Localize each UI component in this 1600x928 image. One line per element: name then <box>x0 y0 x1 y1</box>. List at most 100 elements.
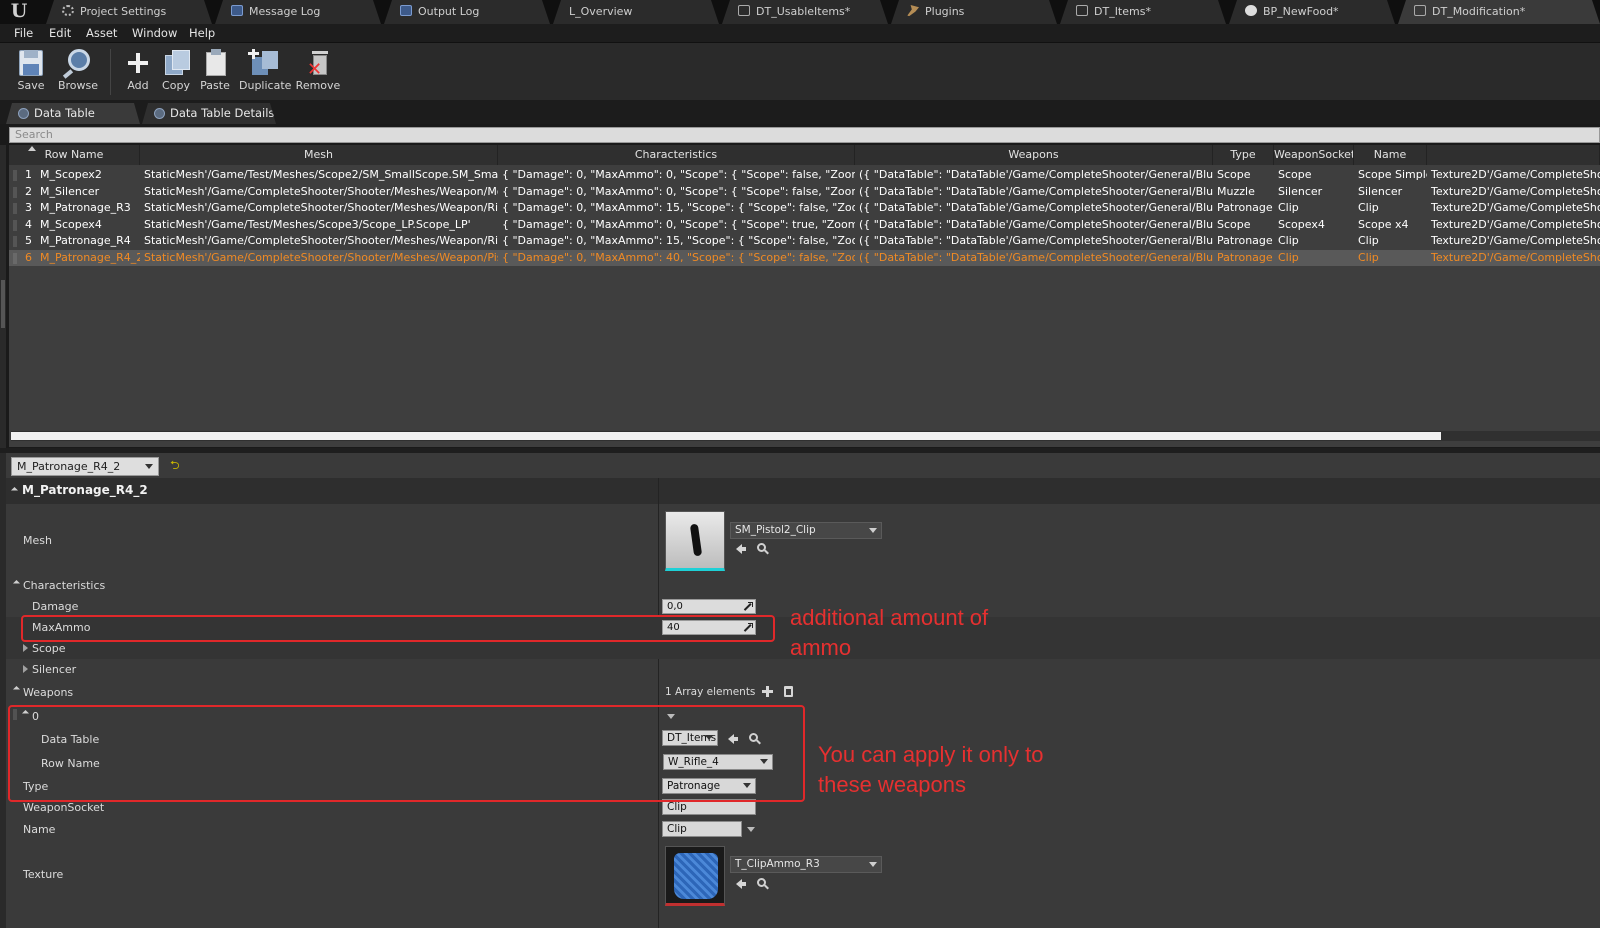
annotation-ammo-line2: ammo <box>790 635 852 660</box>
tab-project-settings[interactable]: Project Settings <box>46 0 212 24</box>
unreal-logo-icon: U <box>10 0 28 22</box>
column-header[interactable] <box>1427 145 1600 165</box>
table-row[interactable]: 1 M_Scopex2 StaticMesh'/Game/Test/Meshes/S… <box>9 167 1600 184</box>
tab-dt-usable-items[interactable]: DT_UsableItems* <box>722 0 888 24</box>
texture-asset-picker[interactable]: T_ClipAmmo_R3 <box>730 856 882 873</box>
drag-grip-icon[interactable] <box>13 219 17 231</box>
column-header[interactable]: Characteristics <box>498 145 855 165</box>
tab-label: Project Settings <box>80 5 167 18</box>
column-header[interactable]: Name <box>1354 145 1427 165</box>
table-cell: Scope <box>1217 168 1251 181</box>
name-property-row: Name Clip <box>6 818 1600 840</box>
browse-search-icon[interactable] <box>757 543 766 552</box>
drag-handle[interactable] <box>1 280 5 328</box>
row-number: 5 <box>25 234 32 247</box>
use-selected-arrow-icon[interactable] <box>736 879 746 889</box>
table-cell: Texture2D'/Game/CompleteShooter <box>1431 168 1600 181</box>
table-cell: ({ "DataTable": "DataTable'/Game/Complet… <box>859 184 1213 198</box>
menu-asset[interactable]: Asset <box>86 24 117 42</box>
drag-grip-icon[interactable] <box>13 203 17 214</box>
tab-label: L_Overview <box>569 5 633 18</box>
table-row[interactable]: 5 M_Patronage_R4 StaticMesh'/Game/Complete… <box>9 233 1600 250</box>
add-element-icon[interactable] <box>762 686 773 697</box>
scrollbar-thumb[interactable] <box>11 432 1442 440</box>
collapsed-arrow-icon[interactable] <box>23 665 28 673</box>
scope-label: Scope <box>32 642 66 655</box>
drag-grip-icon[interactable] <box>13 186 17 198</box>
table-cell: Texture2D'/Game/CompleteShooter <box>1431 234 1600 247</box>
menu-edit[interactable]: Edit <box>49 24 71 42</box>
table-cell: M_Patronage_R3 <box>40 201 131 214</box>
table-cell: ({ "DataTable": "DataTable'/Game/Complet… <box>859 217 1213 231</box>
tab-data-table[interactable]: Data Table <box>6 103 140 124</box>
mesh-thumbnail[interactable] <box>665 511 725 571</box>
tab-dt-items[interactable]: DT_Items* <box>1060 0 1226 24</box>
collapsed-arrow-icon[interactable] <box>23 644 28 652</box>
table-row[interactable]: 2 M_Silencer StaticMesh'/Game/CompleteShoo… <box>9 184 1600 201</box>
trash-icon[interactable] <box>784 686 793 697</box>
row-selector-dropdown[interactable]: M_Patronage_R4_2 <box>11 457 159 476</box>
expand-diagonal-icon <box>743 602 753 611</box>
drag-grip-icon[interactable] <box>13 252 17 264</box>
tab-data-table-details[interactable]: Data Table Details <box>142 103 276 124</box>
table-cell: Clip <box>1358 234 1379 247</box>
blueprint-icon <box>1245 5 1257 16</box>
expand-arrow-icon[interactable] <box>12 579 21 588</box>
browse-button[interactable]: Browse <box>54 47 102 99</box>
save-button[interactable]: Save <box>7 47 55 99</box>
column-header[interactable]: Mesh <box>140 145 498 165</box>
horizontal-scrollbar[interactable] <box>11 431 1600 441</box>
plus-icon <box>121 47 155 79</box>
chevron-down-icon[interactable] <box>747 827 755 832</box>
tab-message-log[interactable]: Message Log <box>215 0 381 24</box>
table-cell: Clip <box>1278 234 1299 247</box>
trash-icon: ✕ <box>301 47 335 79</box>
table-cell: StaticMesh'/Game/Test/Meshes/Scope3/Scop… <box>144 217 471 231</box>
reset-arrow-icon[interactable]: ⮌ <box>170 459 180 471</box>
table-cell: ({ "DataTable": "DataTable'/Game/Complet… <box>859 201 1213 214</box>
name-input[interactable]: Clip <box>662 821 742 837</box>
duplicate-button[interactable]: Duplicate <box>239 47 291 99</box>
table-cell: Scopex4 <box>1278 217 1325 231</box>
drag-grip-icon[interactable] <box>13 236 17 247</box>
tab-plugins[interactable]: Plugins <box>891 0 1057 24</box>
table-cell: Clip <box>1278 201 1299 214</box>
tab-output-log[interactable]: Output Log <box>384 0 550 24</box>
search-input[interactable]: Search <box>9 127 1600 143</box>
characteristics-category: Characteristics <box>6 576 1600 596</box>
use-selected-arrow-icon[interactable] <box>736 544 746 554</box>
tab-label: DT_Items* <box>1094 5 1151 18</box>
weapons-highlight-box <box>8 705 805 802</box>
expand-arrow-icon[interactable] <box>12 685 21 694</box>
table-row[interactable]: 3 M_Patronage_R3 StaticMesh'/Game/Complete… <box>9 200 1600 217</box>
texture-asset-name: T_ClipAmmo_R3 <box>735 858 820 870</box>
table-cell: Silencer <box>1358 184 1403 198</box>
toolbar-separator <box>110 49 111 95</box>
details-icon <box>154 108 165 119</box>
name-label: Name <box>23 823 56 836</box>
table-cell: M_Silencer <box>40 184 100 198</box>
expand-arrow-icon[interactable] <box>10 486 19 495</box>
save-label: Save <box>17 79 45 92</box>
browse-search-icon[interactable] <box>757 878 766 887</box>
column-header[interactable]: Type <box>1213 145 1274 165</box>
chevron-down-icon <box>869 862 877 867</box>
table-row[interactable]: 4 M_Scopex4 StaticMesh'/Game/Test/Meshes/S… <box>9 217 1600 234</box>
column-header[interactable]: Weapons <box>855 145 1213 165</box>
menu-help[interactable]: Help <box>189 24 215 42</box>
data-table-icon <box>18 108 29 119</box>
menu-window[interactable]: Window <box>132 24 177 42</box>
remove-button[interactable]: ✕ Remove <box>294 47 342 99</box>
menu-file[interactable]: File <box>14 24 33 42</box>
table-row[interactable]: 6 M_Patronage_R4_2 StaticMesh'/Game/Comple… <box>9 249 1600 266</box>
texture-thumbnail[interactable] <box>665 846 725 906</box>
tab-dt-modification[interactable]: DT_Modification* <box>1398 0 1600 24</box>
damage-input[interactable]: 0,0 <box>662 599 756 614</box>
tab-level-overview[interactable]: L_Overview <box>553 0 719 24</box>
paste-button[interactable]: Paste <box>191 47 239 99</box>
mesh-asset-picker[interactable]: SM_Pistol2_Clip <box>730 522 882 539</box>
column-header[interactable]: WeaponSocket <box>1274 145 1354 165</box>
annotation-weapons-line2: these weapons <box>818 772 966 797</box>
tab-bp-new-food[interactable]: BP_NewFood* <box>1229 0 1395 24</box>
drag-grip-icon[interactable] <box>13 170 17 181</box>
